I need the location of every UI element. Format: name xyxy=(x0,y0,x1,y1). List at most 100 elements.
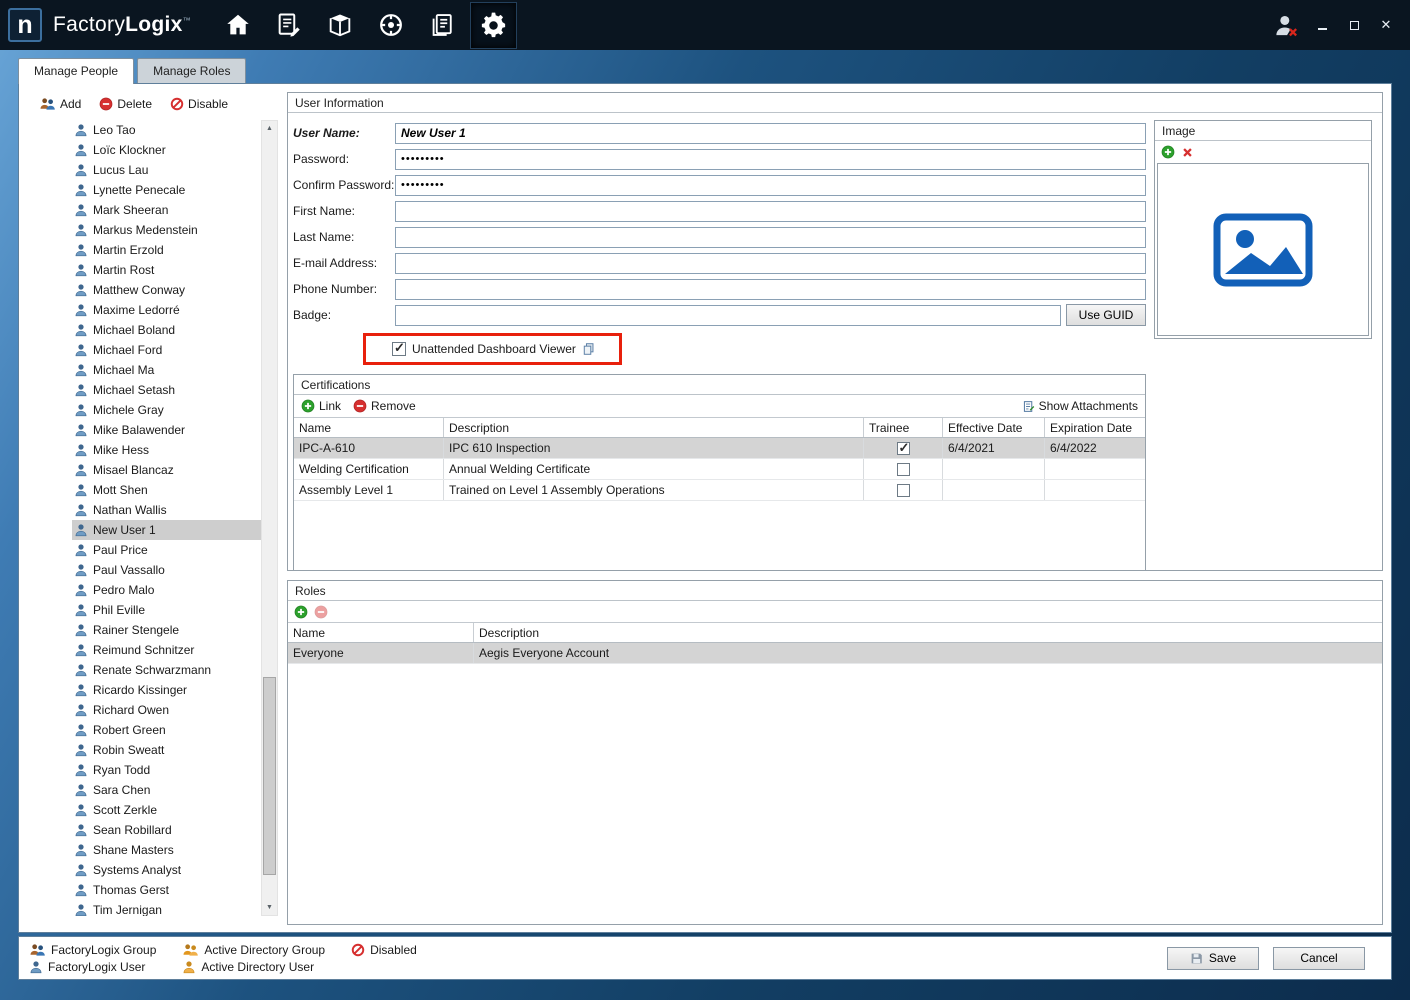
minimize-button[interactable] xyxy=(1312,15,1332,35)
list-item-person[interactable]: Maxime Ledorré xyxy=(72,300,261,320)
list-item-person[interactable]: Nathan Wallis xyxy=(72,500,261,520)
add-role-icon[interactable] xyxy=(294,605,308,619)
list-item-person[interactable]: Leo Tao xyxy=(72,120,261,140)
settings-gear-icon[interactable] xyxy=(470,2,517,49)
list-item-person[interactable]: Mike Balawender xyxy=(72,420,261,440)
list-item-person[interactable]: Michele Gray xyxy=(72,400,261,420)
materials-icon[interactable] xyxy=(317,2,364,49)
cert-col-effective-date[interactable]: Effective Date xyxy=(943,418,1045,437)
phone-input[interactable] xyxy=(395,279,1146,300)
trainee-checkbox[interactable] xyxy=(897,463,910,476)
list-item-person[interactable]: Rainer Stengele xyxy=(72,620,261,640)
list-item-person[interactable]: Renate Schwarzmann xyxy=(72,660,261,680)
remove-image-icon[interactable] xyxy=(1181,146,1194,159)
unattended-dashboard-checkbox[interactable] xyxy=(392,342,406,356)
cert-col-name[interactable]: Name xyxy=(294,418,444,437)
list-item-person[interactable]: Sean Robillard xyxy=(72,820,261,840)
list-item-person[interactable]: Robert Green xyxy=(72,720,261,740)
cert-col-trainee[interactable]: Trainee xyxy=(864,418,943,437)
reports-icon[interactable] xyxy=(419,2,466,49)
list-item-person[interactable]: Mike Hess xyxy=(72,440,261,460)
home-icon[interactable] xyxy=(215,2,262,49)
tracking-icon[interactable] xyxy=(368,2,415,49)
tab-manage-people[interactable]: Manage People xyxy=(18,58,134,84)
list-item-person[interactable]: Mott Shen xyxy=(72,480,261,500)
close-button[interactable]: ✕ xyxy=(1376,15,1396,35)
badge-input[interactable] xyxy=(395,305,1061,326)
trainee-checkbox[interactable] xyxy=(897,484,910,497)
cert-col-expiration-date[interactable]: Expiration Date xyxy=(1045,418,1145,437)
dashboard-copy-icon[interactable] xyxy=(582,342,595,356)
cancel-button[interactable]: Cancel xyxy=(1273,947,1365,970)
list-item-person[interactable]: Matthew Conway xyxy=(72,280,261,300)
first-name-input[interactable] xyxy=(395,201,1146,222)
list-item-person[interactable]: Loïc Klockner xyxy=(72,140,261,160)
list-item-person[interactable]: Phil Eville xyxy=(72,600,261,620)
list-item-person[interactable]: Misael Blancaz xyxy=(72,460,261,480)
list-item-person[interactable]: Michael Ford xyxy=(72,340,261,360)
list-item-person[interactable]: Martin Rost xyxy=(72,260,261,280)
email-input[interactable] xyxy=(395,253,1146,274)
list-item-person[interactable]: Paul Price xyxy=(72,540,261,560)
password-input[interactable] xyxy=(395,149,1146,170)
list-item-person[interactable]: Sara Chen xyxy=(72,780,261,800)
people-scrollbar[interactable]: ▲ ▼ xyxy=(261,120,278,916)
list-item-person[interactable]: Paul Vassallo xyxy=(72,560,261,580)
list-item-person[interactable]: Michael Setash xyxy=(72,380,261,400)
list-item-person[interactable]: Tim Jernigan xyxy=(72,900,261,916)
legend-disabled: Disabled xyxy=(351,943,417,957)
delete-person-button[interactable]: Delete xyxy=(94,95,157,113)
last-name-input[interactable] xyxy=(395,227,1146,248)
role-row[interactable]: Everyone Aegis Everyone Account xyxy=(288,643,1382,664)
logoff-user-icon[interactable] xyxy=(1273,12,1300,39)
certification-row[interactable]: Welding Certification Annual Welding Cer… xyxy=(294,459,1145,480)
list-item-person[interactable]: Markus Medenstein xyxy=(72,220,261,240)
roles-col-description[interactable]: Description xyxy=(474,623,1382,642)
footer-buttons: Save Cancel xyxy=(1167,947,1391,970)
scroll-down-icon[interactable]: ▼ xyxy=(262,900,277,915)
use-guid-button[interactable]: Use GUID xyxy=(1066,304,1146,326)
list-item-person[interactable]: Michael Ma xyxy=(72,360,261,380)
npi-definition-icon[interactable] xyxy=(266,2,313,49)
add-person-button[interactable]: Add xyxy=(34,95,86,113)
list-item-person[interactable]: Pedro Malo xyxy=(72,580,261,600)
list-item-person[interactable]: Reimund Schnitzer xyxy=(72,640,261,660)
confirm-password-input[interactable] xyxy=(395,175,1146,196)
save-button[interactable]: Save xyxy=(1167,947,1259,970)
username-input[interactable] xyxy=(395,123,1146,144)
list-item-person[interactable]: Ryan Todd xyxy=(72,760,261,780)
remove-label: Remove xyxy=(371,399,416,413)
list-item-person[interactable]: Systems Analyst xyxy=(72,860,261,880)
remove-role-icon[interactable] xyxy=(314,605,328,619)
list-item-person[interactable]: Ricardo Kissinger xyxy=(72,680,261,700)
disable-person-button[interactable]: Disable xyxy=(165,95,233,113)
person-icon xyxy=(74,123,88,137)
remove-certification-button[interactable]: Remove xyxy=(353,399,416,413)
list-item-person[interactable]: Thomas Gerst xyxy=(72,880,261,900)
add-image-icon[interactable] xyxy=(1161,145,1175,159)
list-item-person[interactable]: Shane Masters xyxy=(72,840,261,860)
image-placeholder-box[interactable] xyxy=(1157,163,1369,336)
list-item-person[interactable]: Martin Erzold xyxy=(72,240,261,260)
tab-manage-roles[interactable]: Manage Roles xyxy=(137,58,246,84)
scrollbar-thumb[interactable] xyxy=(263,677,276,876)
person-name: Misael Blancaz xyxy=(93,463,174,477)
certification-row[interactable]: Assembly Level 1 Trained on Level 1 Asse… xyxy=(294,480,1145,501)
show-attachments-button[interactable]: Show Attachments xyxy=(1022,399,1138,413)
list-item-person[interactable]: Mark Sheeran xyxy=(72,200,261,220)
link-certification-button[interactable]: Link xyxy=(301,399,341,413)
person-name: Phil Eville xyxy=(93,603,145,617)
list-item-person[interactable]: Richard Owen xyxy=(72,700,261,720)
list-item-person[interactable]: Lynette Penecale xyxy=(72,180,261,200)
trainee-checkbox[interactable] xyxy=(897,442,910,455)
list-item-person[interactable]: Michael Boland xyxy=(72,320,261,340)
certification-row[interactable]: IPC-A-610 IPC 610 Inspection 6/4/2021 6/… xyxy=(294,438,1145,459)
list-item-person[interactable]: Robin Sweatt xyxy=(72,740,261,760)
list-item-person[interactable]: New User 1 xyxy=(72,520,261,540)
cert-col-description[interactable]: Description xyxy=(444,418,864,437)
maximize-button[interactable] xyxy=(1344,15,1364,35)
roles-col-name[interactable]: Name xyxy=(288,623,474,642)
list-item-person[interactable]: Lucus Lau xyxy=(72,160,261,180)
list-item-person[interactable]: Scott Zerkle xyxy=(72,800,261,820)
scroll-up-icon[interactable]: ▲ xyxy=(262,121,277,136)
